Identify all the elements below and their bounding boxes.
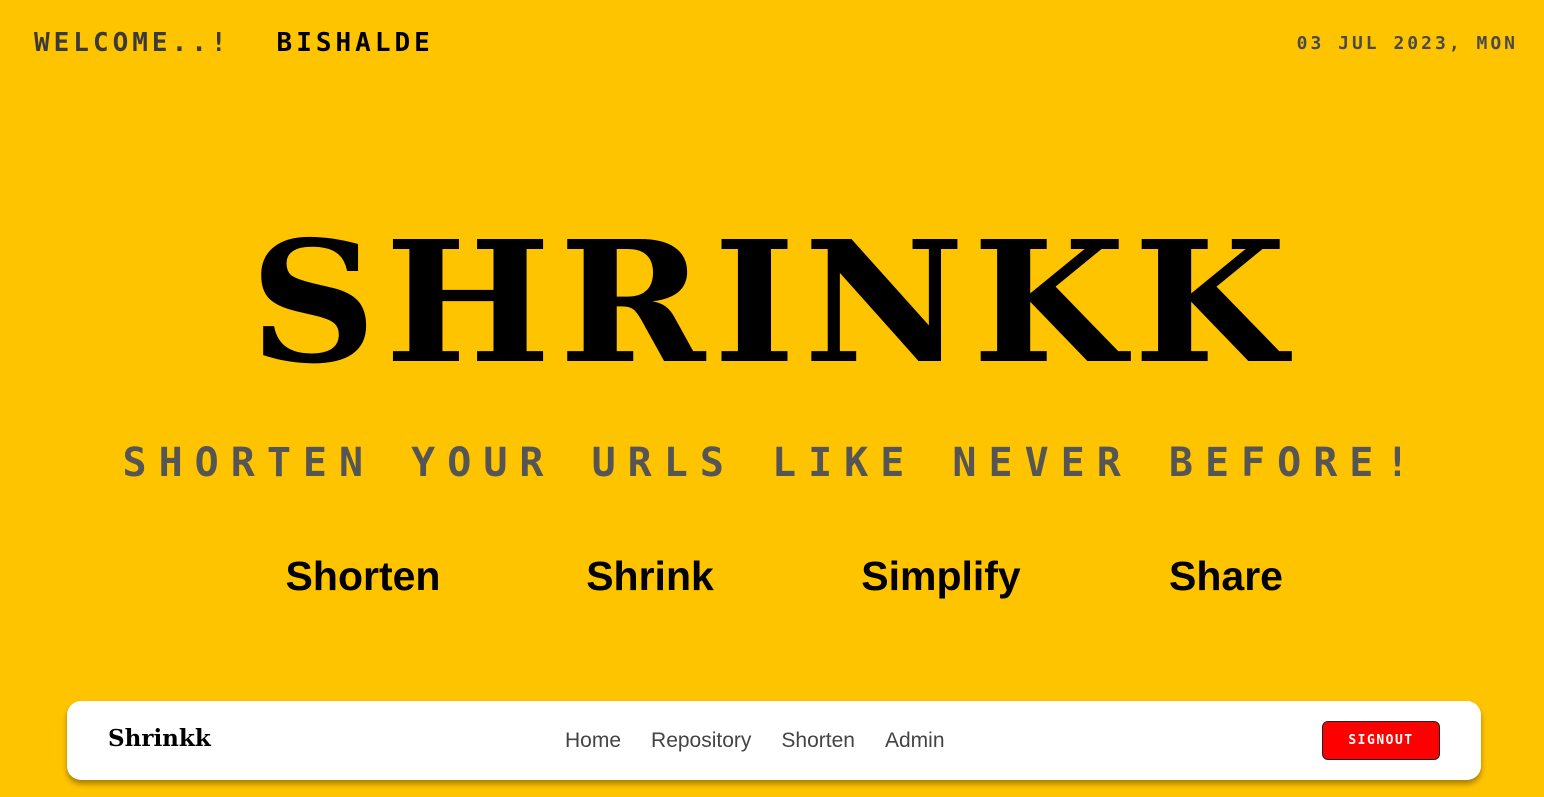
bottom-navbar: Shrinkk Home Repository Shorten Admin SI… bbox=[67, 701, 1481, 780]
nav-link-admin[interactable]: Admin bbox=[885, 729, 945, 753]
nav-link-home[interactable]: Home bbox=[565, 729, 621, 753]
welcome-text: WELCOME..! bbox=[34, 28, 231, 58]
signout-button[interactable]: SIGNOUT bbox=[1322, 721, 1440, 760]
navbar-brand[interactable]: Shrinkk bbox=[108, 725, 211, 752]
hero-title: SHRINKK bbox=[249, 204, 1295, 401]
feature-list: Shorten Shrink Simplify Share bbox=[0, 553, 1544, 613]
welcome-group: WELCOME..! BISHALDE bbox=[34, 28, 434, 58]
username: BISHALDE bbox=[276, 28, 434, 58]
feature-share: Share bbox=[1169, 553, 1283, 599]
feature-simplify: Simplify bbox=[861, 553, 1021, 599]
feature-shrink: Shrink bbox=[586, 553, 714, 599]
hero-tagline: SHORTEN YOUR URLS LIKE NEVER BEFORE! bbox=[122, 440, 1422, 486]
nav-link-repository[interactable]: Repository bbox=[651, 729, 751, 753]
nav-link-shorten[interactable]: Shorten bbox=[781, 729, 855, 753]
navbar-links: Home Repository Shorten Admin bbox=[565, 729, 945, 753]
current-date: 03 JUL 2023, MON bbox=[1296, 32, 1518, 54]
feature-shorten: Shorten bbox=[285, 553, 441, 599]
top-bar: WELCOME..! BISHALDE 03 JUL 2023, MON bbox=[34, 28, 1518, 58]
